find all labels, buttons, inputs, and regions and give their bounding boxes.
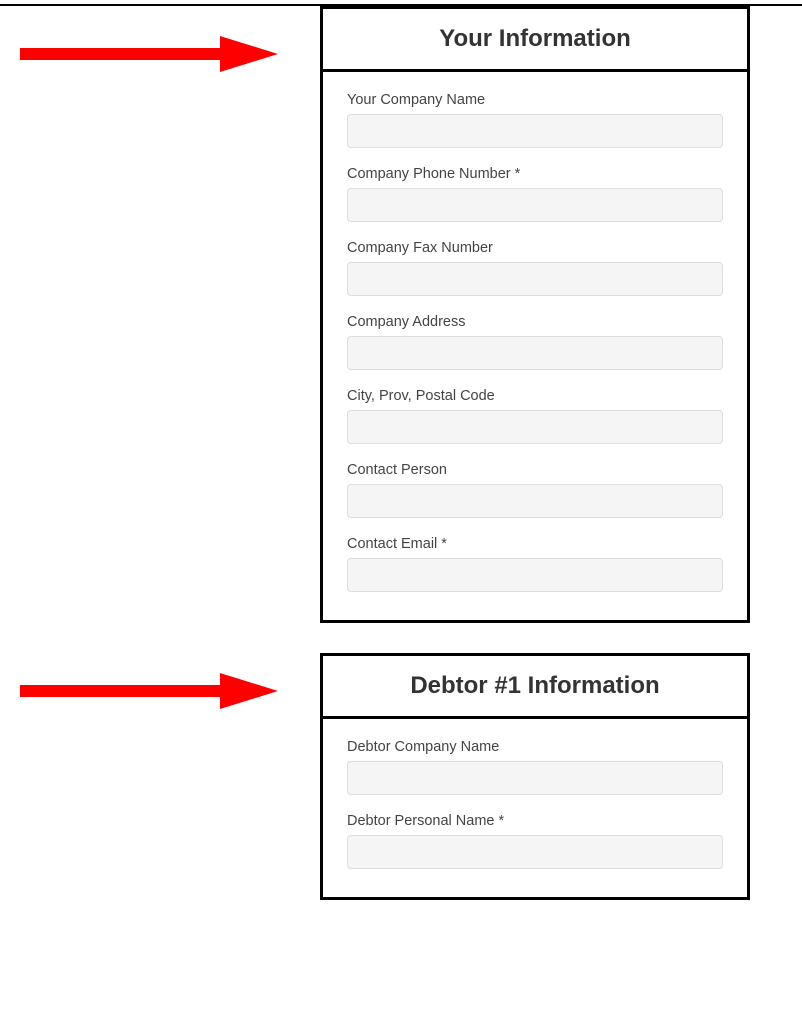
label-city-prov-postal: City, Prov, Postal Code xyxy=(347,388,723,404)
panel-header: Your Information xyxy=(323,9,747,72)
field-company-address: Company Address xyxy=(347,314,723,370)
field-city-prov-postal: City, Prov, Postal Code xyxy=(347,388,723,444)
field-your-company-name: Your Company Name xyxy=(347,92,723,148)
field-contact-email: Contact Email * xyxy=(347,536,723,592)
input-contact-email[interactable] xyxy=(347,558,723,592)
label-contact-person: Contact Person xyxy=(347,462,723,478)
field-company-fax-number: Company Fax Number xyxy=(347,240,723,296)
field-debtor-personal-name: Debtor Personal Name * xyxy=(347,813,723,869)
input-debtor-company-name[interactable] xyxy=(347,761,723,795)
label-company-phone-number: Company Phone Number * xyxy=(347,166,723,182)
label-company-address: Company Address xyxy=(347,314,723,330)
input-contact-person[interactable] xyxy=(347,484,723,518)
label-debtor-personal-name: Debtor Personal Name * xyxy=(347,813,723,829)
field-debtor-company-name: Debtor Company Name xyxy=(347,739,723,795)
panel-title: Debtor #1 Information xyxy=(333,672,737,700)
panel-debtor-information: Debtor #1 Information Debtor Company Nam… xyxy=(320,653,750,900)
label-company-fax-number: Company Fax Number xyxy=(347,240,723,256)
input-your-company-name[interactable] xyxy=(347,114,723,148)
input-company-fax-number[interactable] xyxy=(347,262,723,296)
arrow-column xyxy=(0,6,320,79)
panel-body: Debtor Company Name Debtor Personal Name… xyxy=(323,719,747,897)
arrow-column xyxy=(0,653,320,716)
input-debtor-personal-name[interactable] xyxy=(347,835,723,869)
section-row-debtor-information: Debtor #1 Information Debtor Company Nam… xyxy=(0,653,802,900)
input-city-prov-postal[interactable] xyxy=(347,410,723,444)
label-contact-email: Contact Email * xyxy=(347,536,723,552)
panel-body: Your Company Name Company Phone Number *… xyxy=(323,72,747,620)
label-your-company-name: Your Company Name xyxy=(347,92,723,108)
label-debtor-company-name: Debtor Company Name xyxy=(347,739,723,755)
panel-your-information: Your Information Your Company Name Compa… xyxy=(320,6,750,623)
field-contact-person: Contact Person xyxy=(347,462,723,518)
input-company-address[interactable] xyxy=(347,336,723,370)
arrow-icon xyxy=(20,671,280,711)
panel-title: Your Information xyxy=(333,25,737,53)
input-company-phone-number[interactable] xyxy=(347,188,723,222)
field-company-phone-number: Company Phone Number * xyxy=(347,166,723,222)
arrow-icon xyxy=(20,34,280,74)
panel-header: Debtor #1 Information xyxy=(323,656,747,719)
section-row-your-information: Your Information Your Company Name Compa… xyxy=(0,6,802,623)
